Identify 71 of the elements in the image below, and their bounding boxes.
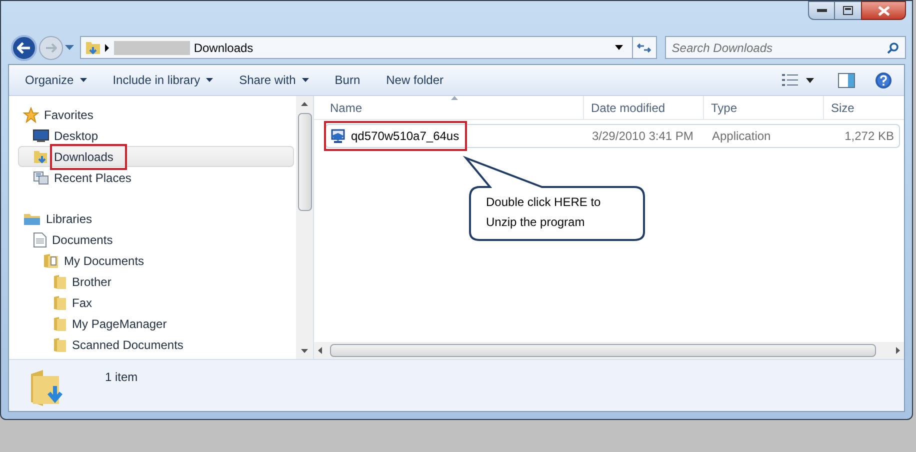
vertical-scrollbar[interactable] xyxy=(296,96,313,359)
application-icon xyxy=(330,128,346,144)
callout-text: Double click HERE to Unzip the program xyxy=(486,194,602,231)
maximize-button[interactable] xyxy=(835,1,861,20)
history-dropdown-icon[interactable] xyxy=(64,44,74,50)
document-folder-icon xyxy=(43,252,59,268)
minimize-icon xyxy=(816,8,826,12)
nav-item[interactable]: Scanned Documents xyxy=(22,334,294,355)
nav-item[interactable]: My Documents xyxy=(22,250,294,271)
caret-icon xyxy=(80,78,87,82)
back-arrow-icon xyxy=(16,42,31,54)
nav-item[interactable]: Libraries xyxy=(22,208,294,229)
address-dropdown-icon[interactable] xyxy=(614,44,624,50)
scrollbar-thumb[interactable] xyxy=(298,113,312,211)
recent-places-icon xyxy=(33,170,49,186)
caret-icon xyxy=(302,78,309,82)
search-field[interactable]: Search Downloads xyxy=(664,36,906,59)
back-button[interactable] xyxy=(11,34,37,60)
scroll-left-icon xyxy=(318,347,322,354)
toolbar-button[interactable]: Include in library xyxy=(106,68,220,92)
column-header[interactable]: Type xyxy=(704,96,824,119)
nav-item[interactable]: Brother xyxy=(22,271,294,292)
help-button[interactable] xyxy=(875,72,892,88)
download-folder-icon xyxy=(84,40,101,56)
close-icon xyxy=(878,6,890,16)
nav-item[interactable]: Favorites xyxy=(22,104,294,125)
folder-icon xyxy=(53,336,67,352)
file-row[interactable]: qd570w510a7_64us 3/29/2010 3:41 PM Application 1,272 KB xyxy=(325,124,900,148)
horizontal-scrollbar[interactable] xyxy=(314,342,904,359)
nav-item[interactable]: Desktop xyxy=(22,125,294,146)
scrollbar-thumb[interactable] xyxy=(330,344,876,357)
nav-item[interactable]: Fax xyxy=(22,292,294,313)
scroll-down-icon xyxy=(301,349,308,353)
forward-arrow-icon xyxy=(44,42,57,52)
folder-icon xyxy=(53,274,67,290)
nav-item[interactable]: Documents xyxy=(22,229,294,250)
download-folder-icon xyxy=(33,148,49,164)
download-folder-icon xyxy=(29,368,65,408)
column-header[interactable]: Date modified xyxy=(584,96,704,119)
scroll-right-icon xyxy=(896,347,900,354)
maximize-icon xyxy=(843,6,853,15)
breadcrumb-item[interactable]: Downloads xyxy=(194,38,254,56)
details-view-icon xyxy=(782,73,798,87)
folder-icon xyxy=(53,294,67,310)
caret-icon xyxy=(206,78,214,82)
toolbar-button[interactable]: New folder xyxy=(380,68,450,92)
folder-icon xyxy=(53,316,67,332)
scroll-up-icon xyxy=(301,102,308,106)
search-input[interactable]: Search Downloads xyxy=(672,38,887,56)
address-bar[interactable]: Downloads xyxy=(80,36,657,59)
monitor-icon xyxy=(33,128,49,142)
nav-item[interactable]: Recent Places xyxy=(22,167,294,188)
toolbar-button[interactable]: Organize xyxy=(19,68,93,92)
search-icon xyxy=(887,42,899,54)
help-icon xyxy=(875,72,892,88)
toolbar-button[interactable]: Burn xyxy=(328,68,366,92)
document-icon xyxy=(33,232,47,248)
caret-icon xyxy=(806,78,814,82)
refresh-icon xyxy=(637,42,652,54)
item-count: 1 item xyxy=(105,369,138,386)
toolbar-button[interactable]: Share with xyxy=(233,68,315,92)
preview-pane-button[interactable] xyxy=(838,72,855,88)
column-header[interactable]: Size xyxy=(824,96,904,119)
sort-arrow-icon xyxy=(451,96,458,100)
star-icon xyxy=(23,106,39,122)
close-button[interactable] xyxy=(861,1,906,20)
preview-pane-icon xyxy=(838,72,855,88)
nav-item[interactable]: Downloads xyxy=(18,146,294,167)
breadcrumb-arrow-icon xyxy=(104,44,110,52)
minimize-button[interactable] xyxy=(808,1,835,20)
nav-item[interactable]: My PageManager xyxy=(22,313,294,334)
